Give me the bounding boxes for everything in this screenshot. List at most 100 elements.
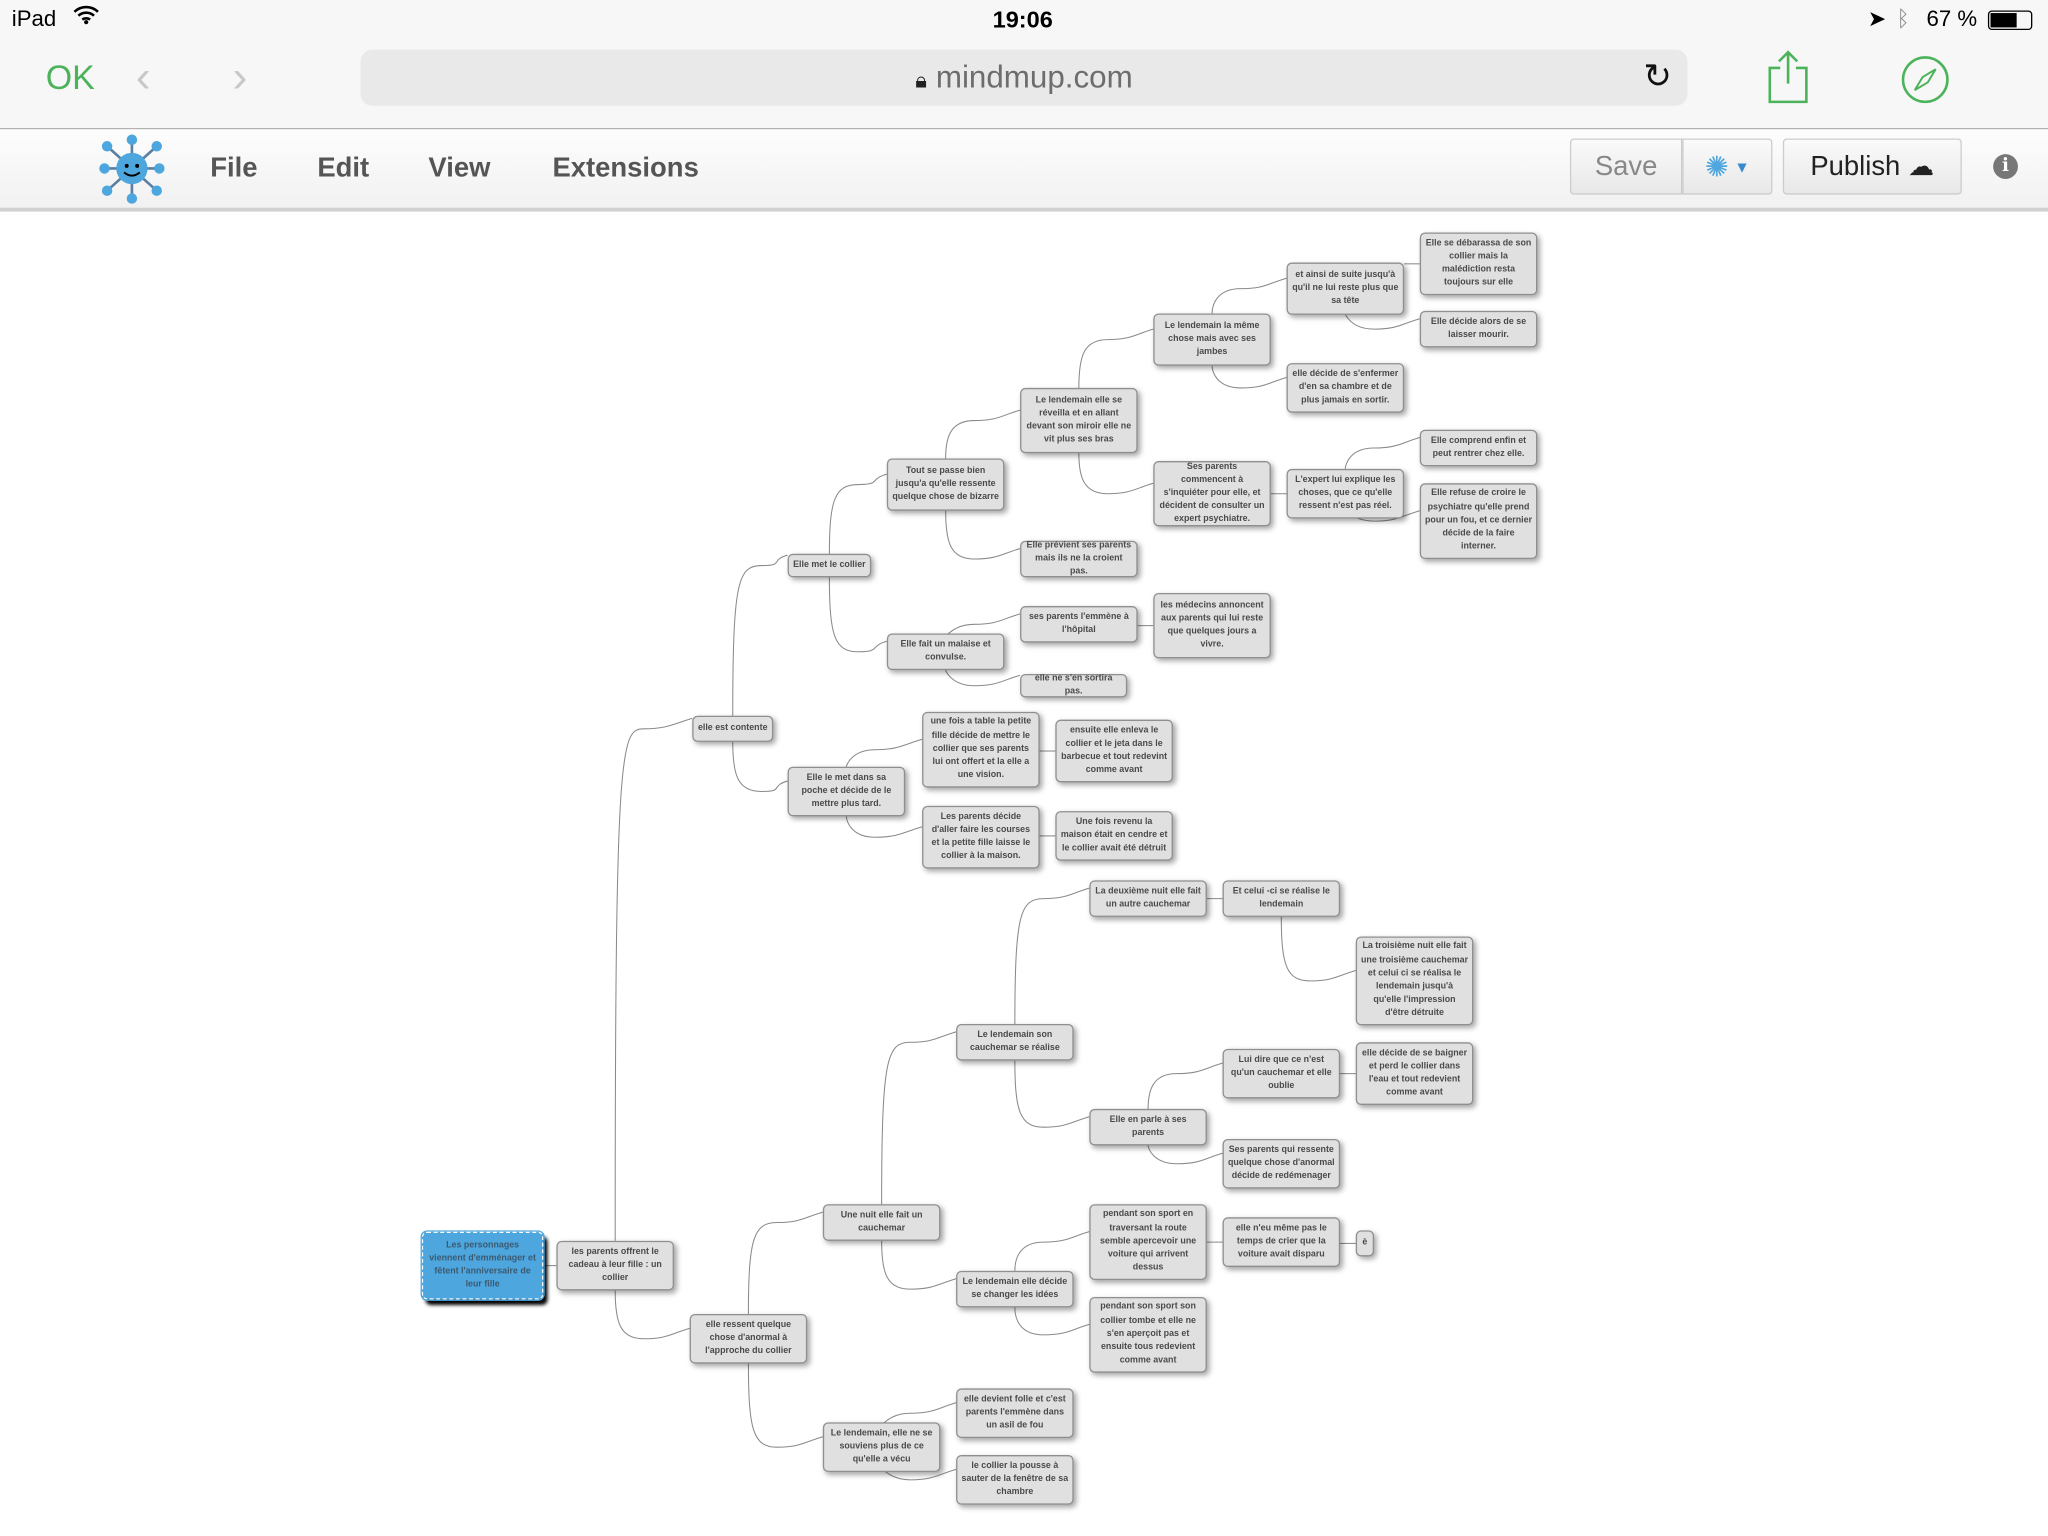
node-text: Elle fait un malaise et convulse. xyxy=(900,639,991,663)
node-text: le collier la pousse à sauter de la fenê… xyxy=(961,1461,1069,1497)
idea-node[interactable]: Elle prévient ses parents mais ils ne la… xyxy=(1020,540,1138,578)
idea-node[interactable]: Le lendemain elle se réveilla et en alla… xyxy=(1020,387,1138,454)
node-text: Lui dire que ce n'est qu'un cauchemar et… xyxy=(1230,1054,1332,1091)
node-text: Les personnages viennent d'emménager et … xyxy=(429,1240,536,1290)
idea-node[interactable]: les médecins annoncent aux parents qui l… xyxy=(1153,592,1271,659)
connector-line xyxy=(732,554,788,716)
idea-node[interactable]: Tout se passe bien jusqu'a qu'elle resse… xyxy=(886,458,1005,511)
idea-node[interactable]: Une nuit elle fait un cauchemar xyxy=(822,1204,941,1241)
node-text: Le lendemain la même chose mais avec ses… xyxy=(1164,320,1260,357)
node-text: Elle en parle à ses parents xyxy=(1109,1115,1187,1138)
idea-node[interactable]: Elle décide alors de se laisser mourir. xyxy=(1419,310,1538,348)
node-text: et ainsi de suite jusqu'à qu'il ne lui r… xyxy=(1292,269,1399,306)
connector-line xyxy=(881,1240,957,1290)
idea-node[interactable]: La troisième nuit elle fait une troisièm… xyxy=(1355,936,1474,1026)
node-text: Une fois revenu la maison était en cendr… xyxy=(1060,817,1168,854)
screen: iPad 19:06 ➤ ᛒ 67 % OK ‹ › 🔒︎ mindmup.co… xyxy=(0,0,2048,1536)
idea-node[interactable]: elle ressent quelque chose d'anormal à l… xyxy=(689,1313,808,1364)
idea-node[interactable]: Les parents décide d'aller faire les cou… xyxy=(922,805,1040,869)
node-text: Ses parents commencent à s'inquiéter pou… xyxy=(1159,461,1265,525)
central-node[interactable]: Les personnages viennent d'emménager et … xyxy=(420,1230,545,1301)
node-text: Le lendemain, elle ne se souviens plus d… xyxy=(830,1428,933,1465)
node-text: les médecins annoncent aux parents qui l… xyxy=(1160,600,1264,650)
node-text: elle ressent quelque chose d'anormal à l… xyxy=(705,1320,792,1356)
idea-node[interactable]: Et celui -ci se réalise le lendemain xyxy=(1222,880,1341,917)
idea-node[interactable]: pendant son sport en traversant la route… xyxy=(1089,1204,1207,1280)
idea-node[interactable]: L'expert lui explique les choses, que ce… xyxy=(1286,468,1405,519)
idea-node[interactable]: Une fois revenu la maison était en cendr… xyxy=(1055,811,1173,861)
connector-line xyxy=(1211,277,1287,314)
node-text: Elle se débarassa de son collier mais la… xyxy=(1425,238,1532,288)
idea-node[interactable]: elle ne s'en sortira pas. xyxy=(1020,673,1128,698)
idea-node[interactable]: le collier la pousse à sauter de la fenê… xyxy=(956,1455,1074,1505)
idea-node[interactable]: une fois a table la petite fille décide … xyxy=(922,711,1040,788)
idea-node[interactable]: La deuxième nuit elle fait un autre cauc… xyxy=(1089,880,1207,917)
node-text: Tout se passe bien jusqu'a qu'elle resse… xyxy=(892,465,999,502)
idea-node[interactable]: Le lendemain la même chose mais avec ses… xyxy=(1153,313,1271,366)
idea-node[interactable]: Lui dire que ce n'est qu'un cauchemar et… xyxy=(1222,1048,1341,1099)
idea-node[interactable]: ensuite elle enleva le collier et le jet… xyxy=(1055,719,1173,783)
idea-node[interactable]: et ainsi de suite jusqu'à qu'il ne lui r… xyxy=(1286,262,1405,315)
node-text: elle ne s'en sortira pas. xyxy=(1034,673,1113,697)
node-text: pendant son sport en traversant la route… xyxy=(1099,1210,1197,1273)
node-text: elle devient folle et c'est parents l'em… xyxy=(963,1394,1066,1431)
connector-line xyxy=(945,409,1021,459)
node-text: Elle le met dans sa poche et décide de l… xyxy=(801,772,892,809)
node-text: Elle comprend enfin et peut rentrer chez… xyxy=(1430,435,1527,459)
connector-line xyxy=(747,1211,824,1314)
idea-node[interactable]: elle n'eu même pas le temps de crier que… xyxy=(1222,1217,1341,1267)
node-text: une fois a table la petite fille décide … xyxy=(930,717,1032,781)
connector-line xyxy=(1014,1307,1090,1336)
idea-node[interactable]: Elle comprend enfin et peut rentrer chez… xyxy=(1419,429,1538,467)
connector-line xyxy=(614,1290,690,1340)
idea-node[interactable]: Ses parents commencent à s'inquiéter pou… xyxy=(1153,461,1271,527)
connector-line xyxy=(1344,437,1420,469)
idea-node[interactable]: Elle met le collier xyxy=(787,553,872,578)
node-text: L'expert lui explique les choses, que ce… xyxy=(1295,475,1396,511)
idea-node[interactable]: les parents offrent le cadeau à leur fil… xyxy=(556,1240,674,1291)
connector-line xyxy=(614,717,693,1241)
idea-node[interactable]: elle devient folle et c'est parents l'em… xyxy=(956,1388,1074,1439)
connector-line xyxy=(845,738,923,767)
idea-node[interactable]: Elle le met dans sa poche et décide de l… xyxy=(787,766,906,817)
connector-line xyxy=(881,1402,957,1425)
node-text: ses parents l'emmène à l'hôpital xyxy=(1028,612,1129,635)
idea-node[interactable]: Elle se débarassa de son collier mais la… xyxy=(1419,232,1538,296)
idea-node[interactable]: Elle refuse de croire le psychiatre qu'e… xyxy=(1419,483,1538,560)
connector-line xyxy=(1147,1145,1223,1165)
connector-line xyxy=(1078,453,1154,495)
node-text: Elle décide alors de se laisser mourir. xyxy=(1430,317,1527,340)
connector-line xyxy=(1014,1060,1090,1128)
connector-line xyxy=(945,613,1021,636)
idea-node[interactable]: elle décide de se baigner et perd le col… xyxy=(1355,1042,1474,1105)
connector-line xyxy=(747,1363,824,1448)
node-text: Une nuit elle fait un cauchemar xyxy=(840,1210,923,1233)
idea-node[interactable]: è xyxy=(1355,1230,1375,1257)
node-text: Et celui -ci se réalise le lendemain xyxy=(1232,886,1330,910)
idea-node[interactable]: Elle fait un malaise et convulse. xyxy=(886,633,1005,671)
node-text: elle décide de s'enfermer d'en sa chambr… xyxy=(1292,369,1399,406)
idea-node[interactable]: Le lendemain son cauchemar se réalise xyxy=(956,1023,1074,1061)
idea-node[interactable]: elle est contente xyxy=(692,715,774,742)
idea-node[interactable]: Elle en parle à ses parents xyxy=(1089,1108,1207,1146)
connector-line xyxy=(881,1031,957,1205)
idea-node[interactable]: pendant son sport son collier tombe et e… xyxy=(1089,1296,1207,1373)
idea-node[interactable]: Le lendemain, elle ne se souviens plus d… xyxy=(822,1422,941,1472)
idea-node[interactable]: Le lendemain elle décide se changer les … xyxy=(956,1270,1074,1308)
connector-line xyxy=(845,816,923,838)
connector-line xyxy=(945,669,1021,687)
node-text: elle n'eu même pas le temps de crier que… xyxy=(1235,1223,1327,1260)
idea-node[interactable]: Ses parents qui ressente quelque chose d… xyxy=(1222,1138,1341,1189)
node-text: Les parents décide d'aller faire les cou… xyxy=(931,811,1031,861)
connector-line xyxy=(1078,328,1154,388)
connector-line xyxy=(945,510,1021,560)
connector-line xyxy=(1344,314,1420,330)
connector-line xyxy=(1147,1062,1223,1109)
node-text: La troisième nuit elle fait une troisièm… xyxy=(1360,942,1469,1018)
idea-node[interactable]: elle décide de s'enfermer d'en sa chambr… xyxy=(1286,363,1405,413)
idea-node[interactable]: ses parents l'emmène à l'hôpital xyxy=(1020,606,1138,643)
node-text: Le lendemain elle décide se changer les … xyxy=(962,1277,1068,1300)
node-text: Le lendemain son cauchemar se réalise xyxy=(969,1030,1060,1053)
node-text: les parents offrent le cadeau à leur fil… xyxy=(568,1246,662,1283)
connector-line xyxy=(828,473,888,554)
